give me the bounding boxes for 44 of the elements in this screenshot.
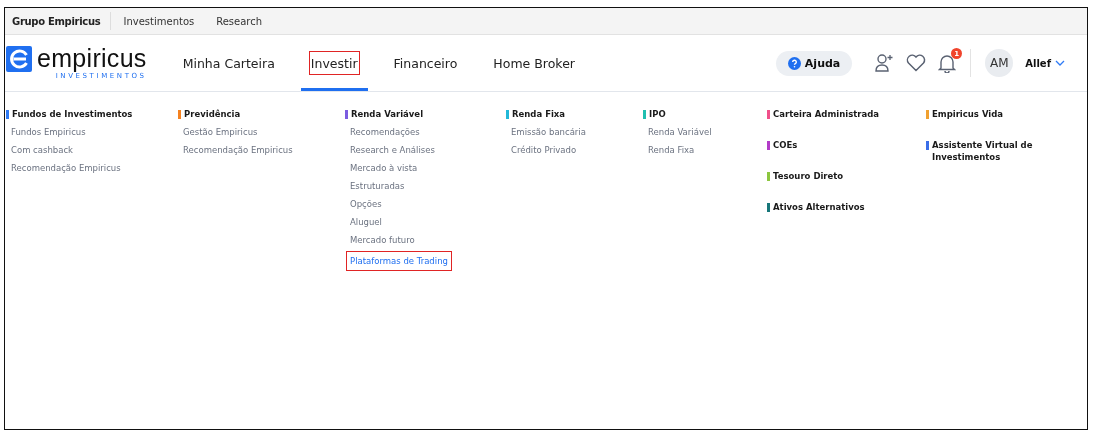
menu-link[interactable]: Gestão Empiricus	[183, 126, 258, 138]
menu-link[interactable]: Mercado à vista	[350, 162, 418, 174]
bell-icon[interactable]	[938, 53, 957, 73]
chevron-down-icon[interactable]	[1055, 60, 1065, 66]
menu-link[interactable]: Aluguel	[350, 216, 382, 228]
add-user-icon[interactable]	[874, 53, 895, 73]
menu-link[interactable]: Recomendação Empiricus	[183, 144, 293, 156]
group-brand[interactable]: Grupo Empiricus	[12, 15, 111, 27]
nav-tab[interactable]: Home Broker	[475, 35, 593, 91]
menu-link[interactable]: Estruturadas	[350, 180, 405, 192]
user-name[interactable]: Allef	[1025, 57, 1051, 69]
menu-link[interactable]: Opções	[350, 198, 382, 210]
menu-link[interactable]: Emissão bancária	[511, 126, 586, 138]
help-button[interactable]: Ajuda	[775, 50, 853, 76]
category-link[interactable]: Previdência	[184, 108, 241, 120]
menu-link[interactable]: Crédito Privado	[511, 144, 577, 156]
category-link[interactable]: Renda Variável	[351, 108, 424, 120]
menu-link[interactable]: Renda Fixa	[648, 144, 695, 156]
category-link[interactable]: Empiricus Vida	[932, 108, 1004, 120]
category-link[interactable]: Carteira Administrada	[773, 108, 880, 120]
logo-wordmark: empiricus	[37, 46, 147, 70]
category-link[interactable]: IPO	[649, 108, 666, 120]
menu-link[interactable]: Com cashback	[11, 144, 73, 156]
nav-tab[interactable]: Minha Carteira	[164, 35, 293, 91]
menu-link[interactable]: Research e Análises	[350, 144, 435, 156]
category-link[interactable]: Tesouro Direto	[773, 170, 844, 182]
nav-tab[interactable]: Investir	[292, 35, 376, 91]
menu-link[interactable]: Recomendações	[350, 126, 420, 138]
heart-icon[interactable]	[906, 54, 927, 72]
menu-link[interactable]: Fundos Empiricus	[11, 126, 86, 138]
top-link[interactable]: Research	[216, 15, 263, 27]
nav-tab[interactable]: Financeiro	[375, 35, 476, 91]
logo-icon	[6, 46, 32, 72]
category-link[interactable]: Ativos Alternativos	[773, 201, 865, 213]
help-icon	[787, 56, 801, 70]
category-link[interactable]: Assistente Virtual de Investimentos	[932, 139, 1047, 163]
menu-link[interactable]: Recomendação Empiricus	[11, 162, 121, 174]
menu-link[interactable]: Renda Variável	[648, 126, 712, 138]
top-link[interactable]: Investimentos	[123, 15, 195, 27]
category-link[interactable]: Renda Fixa	[512, 108, 566, 120]
category-link[interactable]: COEs	[773, 139, 798, 151]
category-link[interactable]: Fundos de Investimentos	[12, 108, 133, 120]
user-avatar[interactable]: AM	[985, 49, 1014, 77]
menu-link[interactable]: Mercado futuro	[350, 234, 415, 246]
